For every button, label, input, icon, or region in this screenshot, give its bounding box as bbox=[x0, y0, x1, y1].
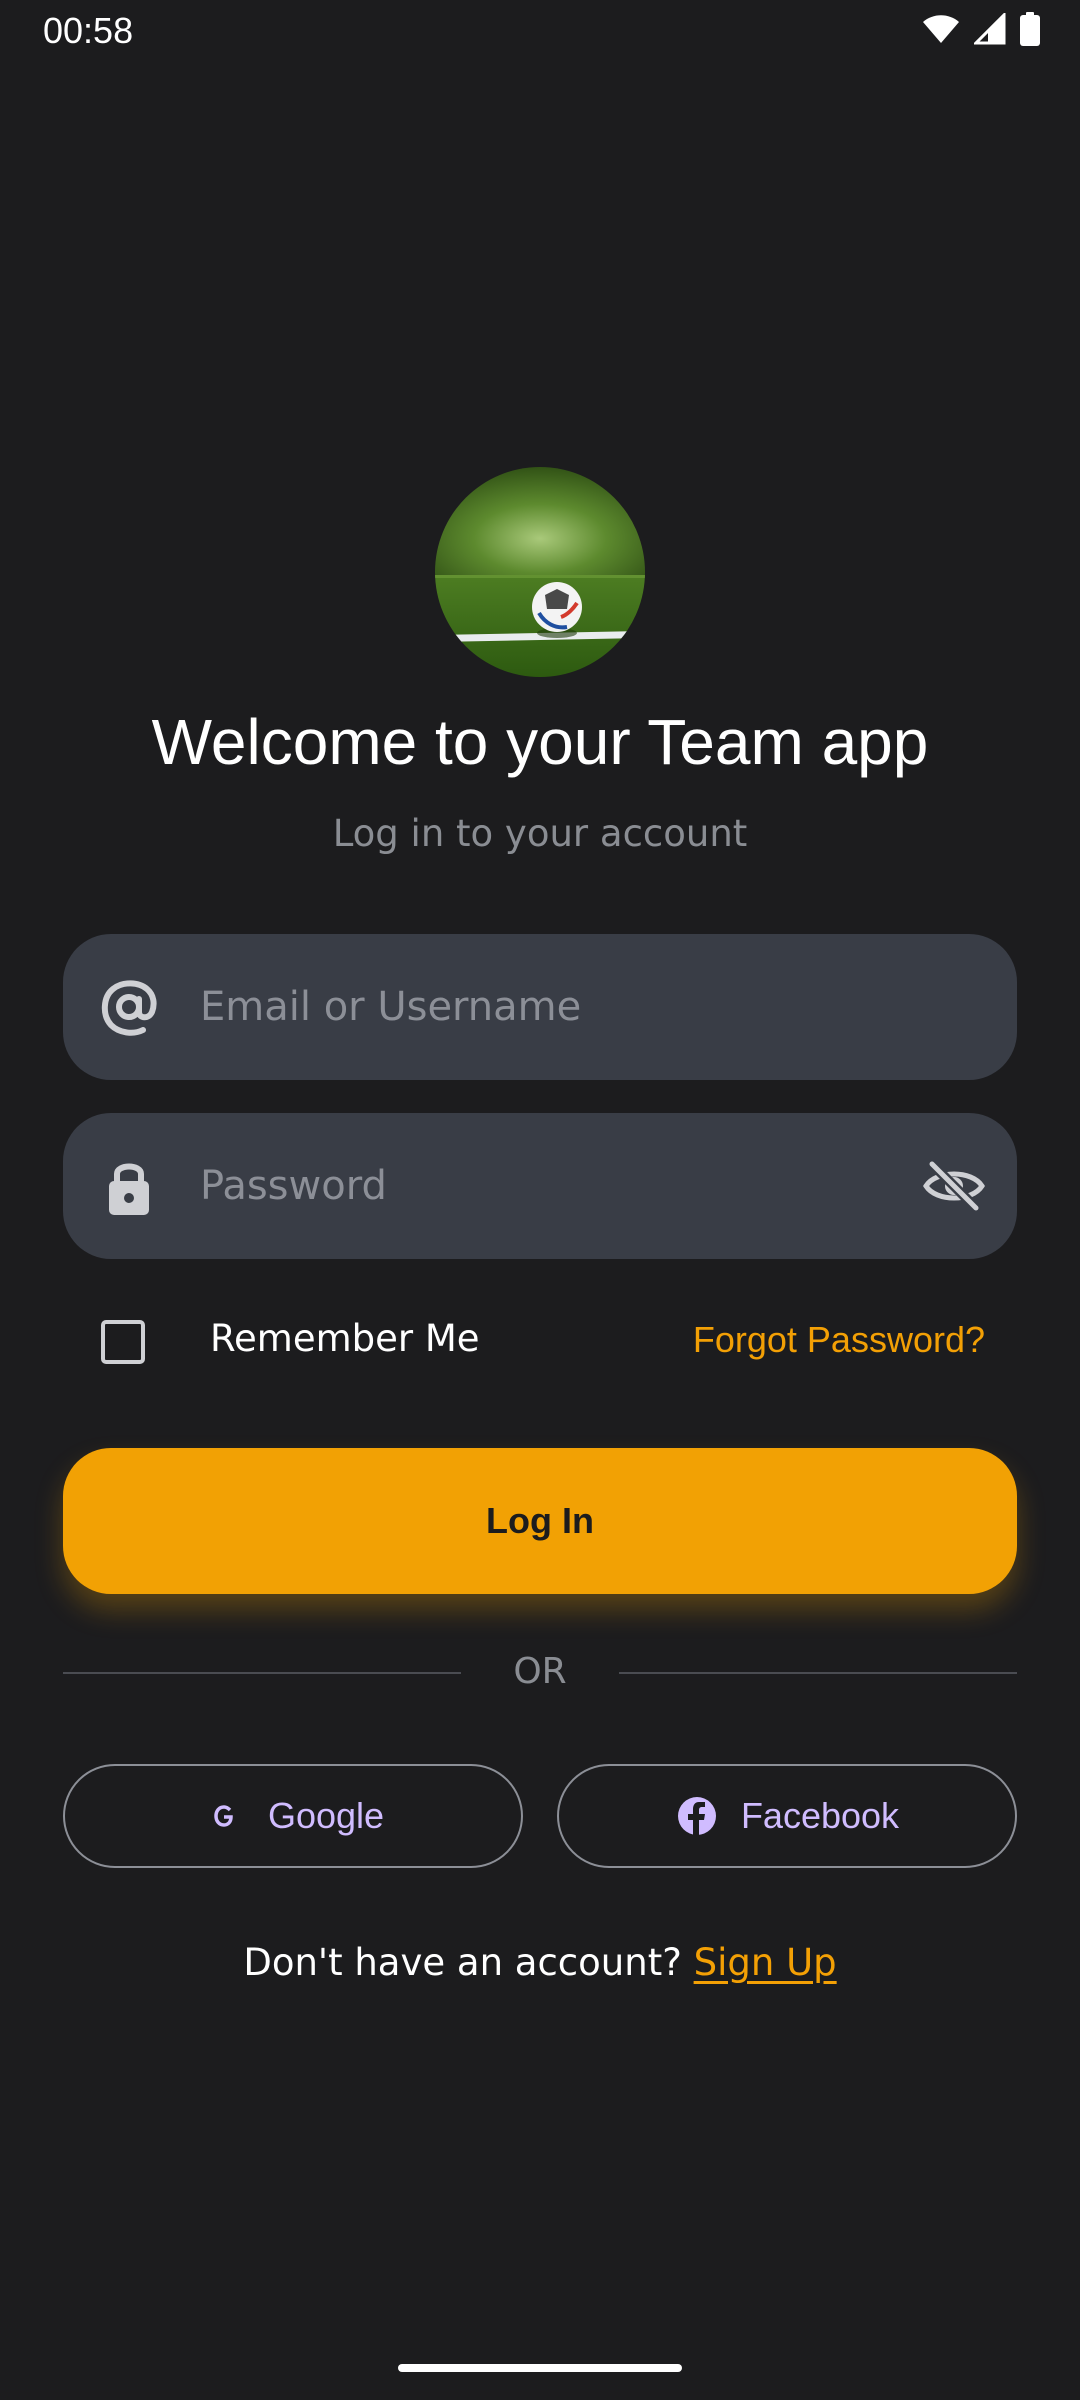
signup-link[interactable]: Sign Up bbox=[694, 1941, 837, 1984]
google-button[interactable]: Google bbox=[63, 1764, 523, 1868]
password-input[interactable]: Password bbox=[200, 1113, 387, 1259]
at-icon bbox=[101, 980, 157, 1036]
status-time: 00:58 bbox=[43, 10, 134, 51]
page-title: Welcome to your Team app bbox=[151, 706, 929, 778]
google-icon bbox=[202, 1794, 246, 1838]
home-indicator[interactable] bbox=[398, 2364, 682, 2372]
email-field[interactable]: Email or Username bbox=[63, 934, 1017, 1080]
password-field[interactable]: Password bbox=[63, 1113, 1017, 1259]
google-button-label: Google bbox=[267, 1795, 385, 1836]
hero-soccer-image bbox=[435, 467, 645, 677]
facebook-button-label: Facebook bbox=[740, 1795, 900, 1836]
page-subtitle: Log in to your account bbox=[332, 812, 748, 855]
eye-off-icon[interactable] bbox=[922, 1154, 986, 1218]
email-input[interactable]: Email or Username bbox=[200, 934, 581, 1080]
remember-me-checkbox[interactable] bbox=[101, 1320, 145, 1364]
signup-row: Don't have an account? Sign Up bbox=[0, 1941, 1080, 1984]
status-bar: 00:58 bbox=[0, 0, 1080, 64]
divider-or: OR bbox=[513, 1651, 567, 1692]
signal-icon bbox=[974, 13, 1006, 45]
facebook-button[interactable]: Facebook bbox=[557, 1764, 1017, 1868]
facebook-icon bbox=[675, 1794, 719, 1838]
forgot-password-link[interactable]: Forgot Password? bbox=[693, 1319, 985, 1361]
battery-icon bbox=[1020, 12, 1040, 46]
remember-me-label[interactable]: Remember Me bbox=[210, 1317, 480, 1360]
status-icons bbox=[922, 12, 1040, 46]
login-button[interactable]: Log In bbox=[63, 1448, 1017, 1594]
signup-prompt: Don't have an account? bbox=[243, 1941, 682, 1984]
lock-icon bbox=[109, 1163, 149, 1215]
wifi-icon bbox=[923, 15, 959, 43]
